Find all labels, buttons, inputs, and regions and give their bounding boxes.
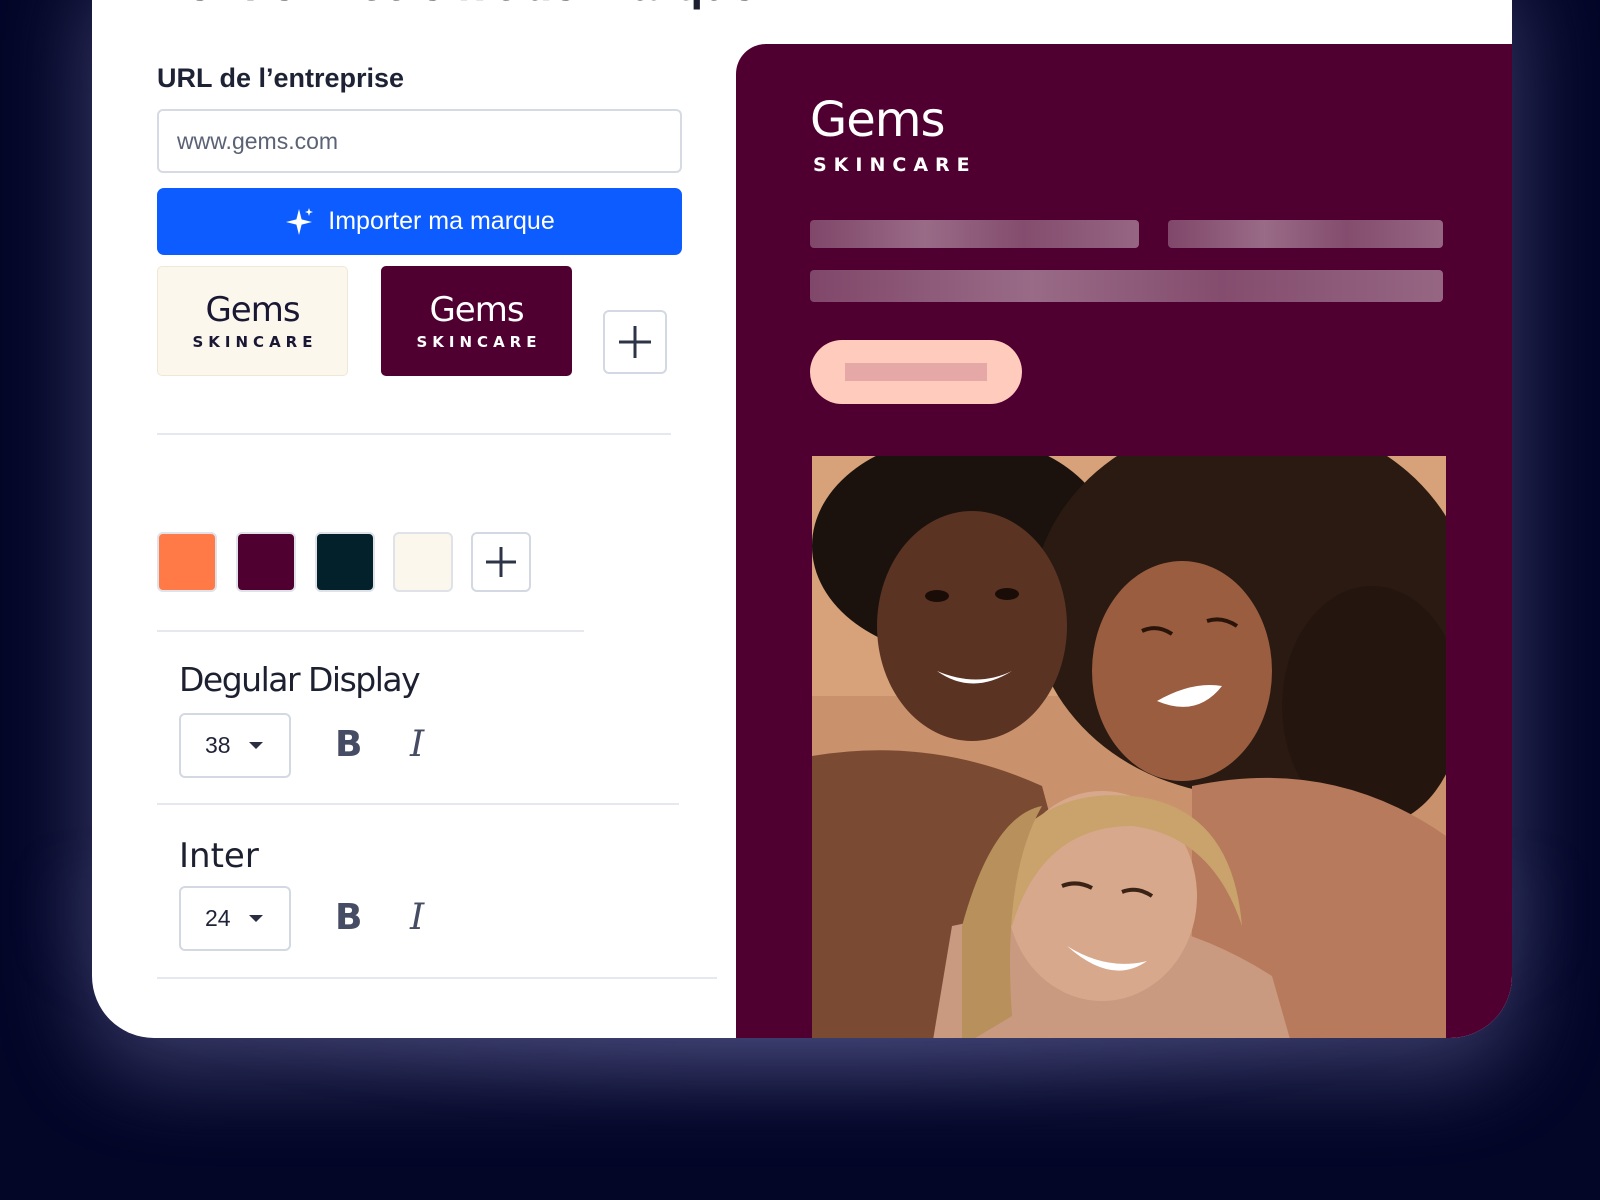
brand-kit-card: Vérifiez votre kit de marque URL de l’en… (92, 0, 1512, 1038)
bold-button[interactable]: B (335, 725, 362, 765)
plus-icon (619, 326, 651, 358)
plus-icon (486, 547, 516, 577)
caret-down-icon (248, 742, 263, 749)
color-swatch-orange[interactable] (157, 532, 217, 592)
divider (157, 630, 584, 632)
sparkle-icon (286, 207, 314, 235)
divider (157, 977, 717, 979)
divider (157, 433, 671, 435)
logo-light-wordmark: Gems (205, 290, 300, 330)
font-size-select-display[interactable]: 38 (179, 713, 291, 778)
page-title: Vérifiez votre kit de marque (156, 0, 757, 8)
color-swatch-dark-teal[interactable] (315, 532, 375, 592)
italic-button[interactable]: I (410, 725, 424, 765)
color-swatch-cream[interactable] (393, 532, 453, 592)
preview-skeleton-line (810, 270, 1443, 302)
import-brand-label: Importer ma marque (328, 207, 555, 235)
logo-dark-wordmark: Gems (429, 290, 524, 330)
logo-light-tile[interactable]: Gems SKINCARE (157, 266, 348, 376)
bold-button[interactable]: B (335, 898, 362, 938)
font-name-display: Degular Display (179, 660, 421, 699)
divider (157, 803, 679, 805)
brand-preview-panel: Gems SKINCARE (736, 44, 1512, 1038)
add-logo-button[interactable] (603, 310, 667, 374)
preview-photo (812, 456, 1446, 1038)
preview-skeleton-line (810, 220, 1139, 248)
caret-down-icon (248, 915, 263, 922)
font-size-value: 24 (205, 905, 231, 931)
color-swatch-plum[interactable] (236, 532, 296, 592)
logo-light-subline: SKINCARE (192, 333, 318, 351)
preview-skeleton-line (1168, 220, 1443, 248)
preview-wordmark: Gems (810, 92, 945, 148)
italic-button[interactable]: I (410, 898, 424, 938)
logo-dark-tile[interactable]: Gems SKINCARE (381, 266, 572, 376)
add-color-button[interactable] (471, 532, 531, 592)
logo-dark-subline: SKINCARE (416, 333, 542, 351)
preview-cta-placeholder (845, 363, 987, 381)
font-size-select-body[interactable]: 24 (179, 886, 291, 951)
url-label: URL de l’entreprise (157, 63, 405, 93)
company-url-input[interactable] (157, 109, 682, 173)
font-name-body: Inter (179, 836, 259, 876)
font-size-value: 38 (205, 732, 231, 758)
import-brand-button[interactable]: Importer ma marque (157, 188, 682, 255)
preview-subline: SKINCARE (813, 154, 977, 176)
preview-cta-button (810, 340, 1022, 404)
